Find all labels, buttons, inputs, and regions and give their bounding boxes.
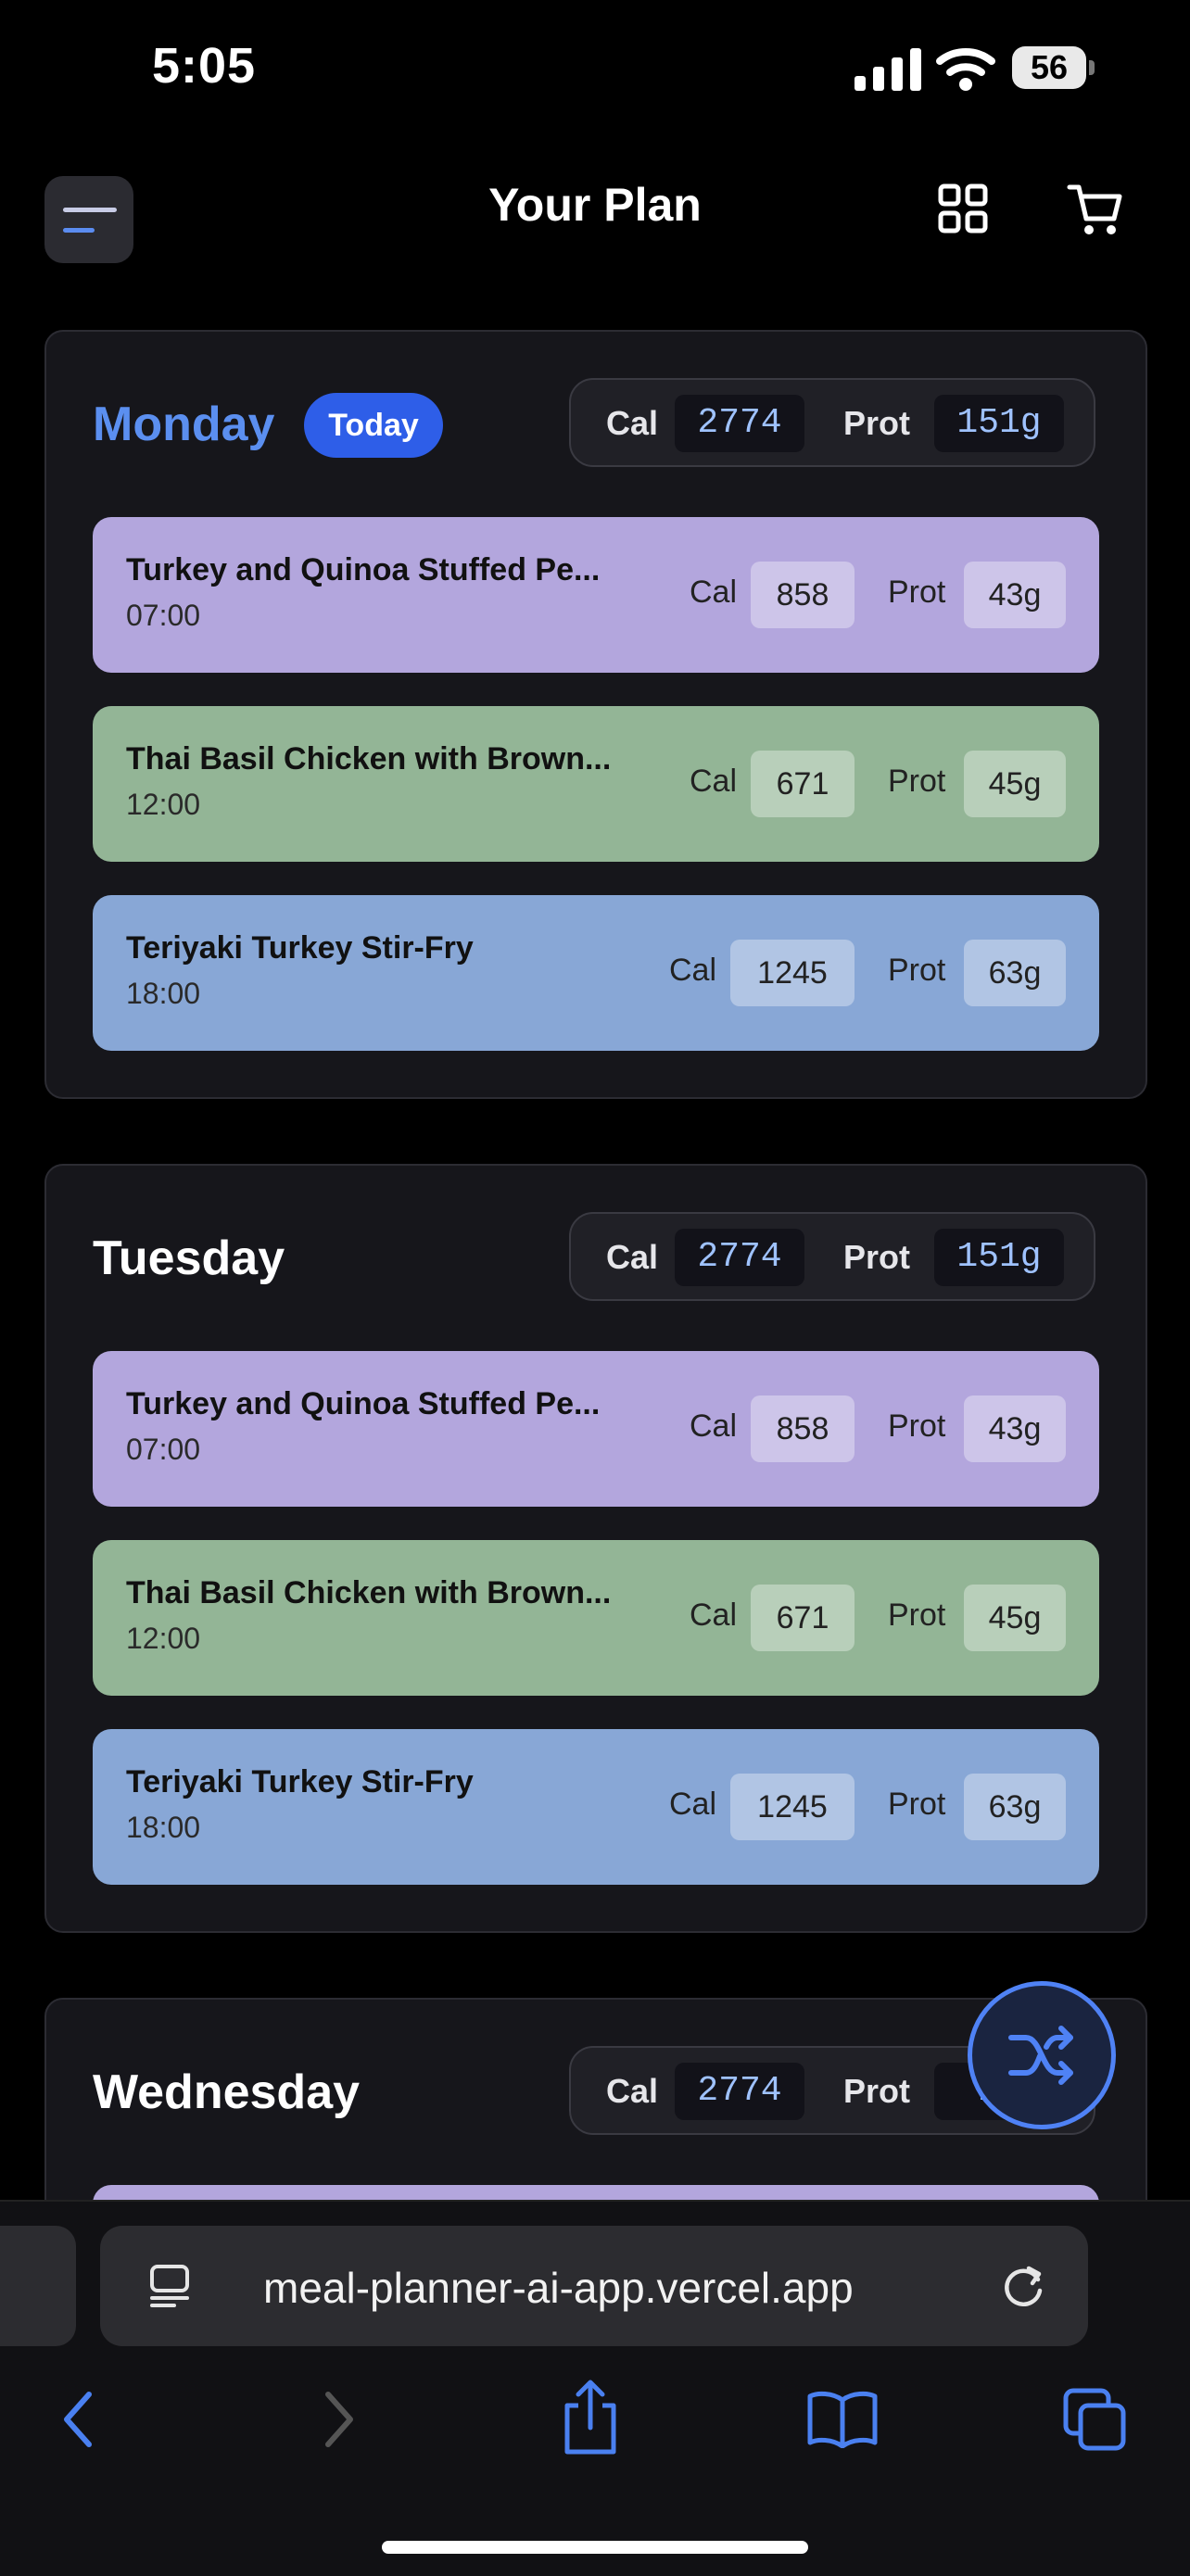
- meal-card[interactable]: Teriyaki Turkey Stir-Fry 18:00 Cal 1245 …: [93, 895, 1099, 1051]
- meal-cal-label: Cal: [690, 1597, 738, 1633]
- back-icon[interactable]: [57, 2387, 104, 2452]
- meal-cal-value: 1245: [730, 1774, 855, 1840]
- forward-icon[interactable]: [315, 2387, 361, 2452]
- day-card-tuesday: Tuesday Cal 2774 Prot 151g Turkey and Qu…: [44, 1164, 1147, 1933]
- total-cal-label: Cal: [606, 404, 659, 442]
- day-totals: Cal 2774 Prot 151g: [569, 1212, 1095, 1301]
- meal-card[interactable]: Turkey and Quinoa Stuffed Pe... 07:00 Ca…: [93, 517, 1099, 673]
- cart-icon[interactable]: [1066, 180, 1125, 239]
- meal-prot-label: Prot: [888, 953, 946, 988]
- shuffle-button[interactable]: [968, 1981, 1116, 2129]
- meal-name: Turkey and Quinoa Stuffed Pe...: [126, 552, 601, 587]
- day-title: Monday: [93, 398, 275, 451]
- meal-prot-label: Prot: [888, 1597, 946, 1633]
- previous-tab[interactable]: [0, 2226, 76, 2346]
- home-indicator: [382, 2541, 808, 2554]
- meal-cal-label: Cal: [669, 1787, 717, 1822]
- meal-prot-label: Prot: [888, 575, 946, 610]
- battery-icon: 56: [1012, 46, 1095, 89]
- today-badge: Today: [304, 393, 443, 458]
- meal-cal-label: Cal: [690, 1408, 738, 1444]
- status-bar: 5:05 56: [0, 0, 1190, 139]
- meal-name: Thai Basil Chicken with Brown...: [126, 1575, 612, 1610]
- meal-name: Teriyaki Turkey Stir-Fry: [126, 1764, 474, 1799]
- tabs-icon[interactable]: [1062, 2387, 1129, 2454]
- meal-card[interactable]: Thai Basil Chicken with Brown... 12:00 C…: [93, 1540, 1099, 1696]
- meal-card[interactable]: Thai Basil Chicken with Brown... 12:00 C…: [93, 706, 1099, 862]
- meal-prot-label: Prot: [888, 1787, 946, 1822]
- total-prot-value: 151g: [934, 395, 1064, 452]
- share-icon[interactable]: [558, 2378, 623, 2456]
- cellular-signal-icon: [855, 48, 921, 91]
- day-card-monday: Monday Today Cal 2774 Prot 151g Turkey a…: [44, 330, 1147, 1099]
- grid-icon[interactable]: [938, 183, 988, 234]
- total-prot-label: Prot: [843, 2072, 910, 2110]
- meal-prot-value: 63g: [964, 1774, 1066, 1840]
- meal-prot-value: 63g: [964, 940, 1066, 1006]
- reader-icon[interactable]: [146, 2263, 193, 2309]
- page-title: Your Plan: [488, 179, 702, 231]
- shuffle-icon: [1008, 2026, 1073, 2085]
- meal-cal-label: Cal: [690, 764, 738, 799]
- meal-time: 12:00: [126, 788, 201, 821]
- meal-name: Turkey and Quinoa Stuffed Pe...: [126, 1386, 601, 1421]
- status-time: 5:05: [152, 38, 257, 94]
- meal-time: 07:00: [126, 1433, 201, 1466]
- meal-cal-value: 858: [751, 562, 855, 628]
- meal-name: Teriyaki Turkey Stir-Fry: [126, 930, 474, 966]
- meal-time: 07:00: [126, 599, 201, 632]
- meal-cal-value: 671: [751, 1585, 855, 1651]
- total-prot-label: Prot: [843, 404, 910, 442]
- battery-level: 56: [1012, 46, 1086, 89]
- browser-toolbar: meal-planner-ai-app.vercel.app: [0, 2200, 1190, 2576]
- total-cal-label: Cal: [606, 2072, 659, 2110]
- day-title: Tuesday: [93, 1231, 285, 1285]
- meal-cal-value: 1245: [730, 940, 855, 1006]
- total-cal-value: 2774: [675, 395, 804, 452]
- meal-cal-label: Cal: [669, 953, 717, 988]
- day-totals: Cal 2774 Prot 151g: [569, 378, 1095, 467]
- total-cal-label: Cal: [606, 1238, 659, 1276]
- meal-prot-label: Prot: [888, 764, 946, 799]
- reload-icon[interactable]: [999, 2261, 1049, 2311]
- url-text: meal-planner-ai-app.vercel.app: [263, 2264, 854, 2312]
- meal-prot-label: Prot: [888, 1408, 946, 1444]
- address-bar[interactable]: meal-planner-ai-app.vercel.app: [100, 2226, 1088, 2346]
- meal-name: Thai Basil Chicken with Brown...: [126, 741, 612, 777]
- meal-prot-value: 45g: [964, 1585, 1066, 1651]
- total-cal-value: 2774: [675, 2063, 804, 2120]
- meal-time: 18:00: [126, 977, 201, 1010]
- meal-prot-value: 43g: [964, 562, 1066, 628]
- meal-cal-value: 671: [751, 751, 855, 817]
- meal-prot-value: 45g: [964, 751, 1066, 817]
- meal-cal-value: 858: [751, 1395, 855, 1462]
- day-title: Wednesday: [93, 2065, 361, 2119]
- meal-card[interactable]: Teriyaki Turkey Stir-Fry 18:00 Cal 1245 …: [93, 1729, 1099, 1885]
- bookmarks-icon[interactable]: [806, 2391, 879, 2448]
- meal-prot-value: 43g: [964, 1395, 1066, 1462]
- total-cal-value: 2774: [675, 1229, 804, 1286]
- total-prot-label: Prot: [843, 1238, 910, 1276]
- meal-cal-label: Cal: [690, 575, 738, 610]
- meal-card[interactable]: Turkey and Quinoa Stuffed Pe... 07:00 Ca…: [93, 1351, 1099, 1507]
- meal-time: 12:00: [126, 1622, 201, 1655]
- meal-time: 18:00: [126, 1811, 201, 1844]
- total-prot-value: 151g: [934, 1229, 1064, 1286]
- wifi-icon: [936, 48, 995, 91]
